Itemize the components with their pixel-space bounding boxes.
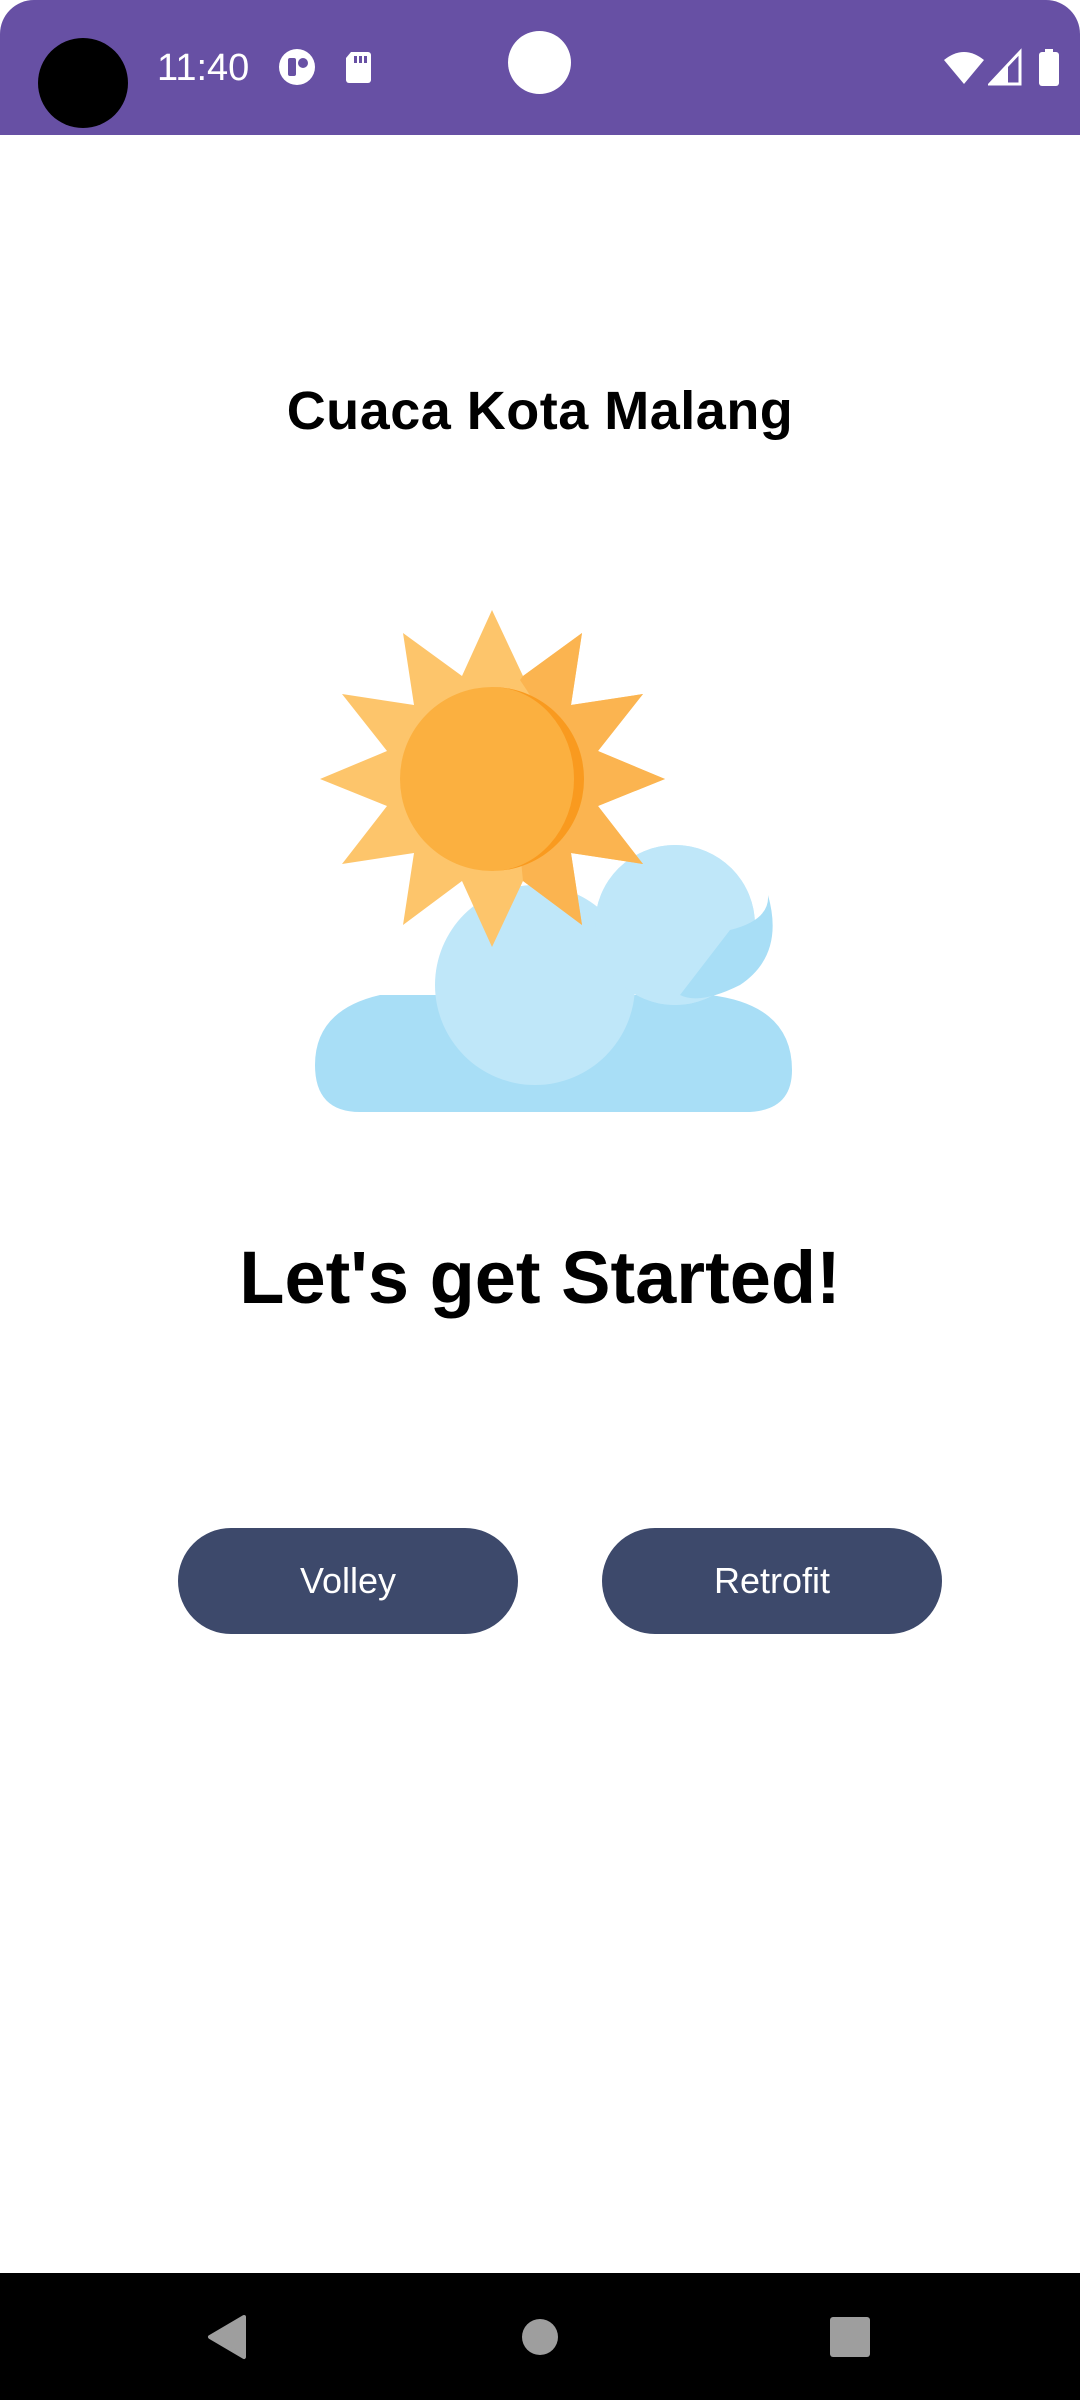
status-bar: 11:40 bbox=[0, 0, 1080, 135]
screen: 11:40 Cuaca Kota Malang Let's get Starte… bbox=[0, 0, 1080, 2400]
battery-icon bbox=[1039, 49, 1059, 86]
retrofit-button[interactable]: Retrofit bbox=[602, 1528, 942, 1634]
status-time: 11:40 bbox=[157, 47, 250, 89]
sun-behind-cloud-icon bbox=[315, 610, 792, 1112]
home-icon[interactable] bbox=[508, 2305, 572, 2369]
back-icon[interactable] bbox=[194, 2305, 258, 2369]
volley-button[interactable]: Volley bbox=[178, 1528, 518, 1634]
page-title: Cuaca Kota Malang bbox=[286, 381, 794, 441]
camera-cutout bbox=[38, 38, 128, 128]
sd-card-icon bbox=[346, 52, 371, 83]
wifi-icon bbox=[944, 52, 984, 84]
cell-signal-icon bbox=[988, 48, 1022, 86]
headline: Let's get Started! bbox=[239, 1236, 841, 1319]
recents-icon[interactable] bbox=[818, 2305, 882, 2369]
data-saver-icon bbox=[279, 49, 315, 85]
front-camera-dot bbox=[508, 31, 571, 94]
